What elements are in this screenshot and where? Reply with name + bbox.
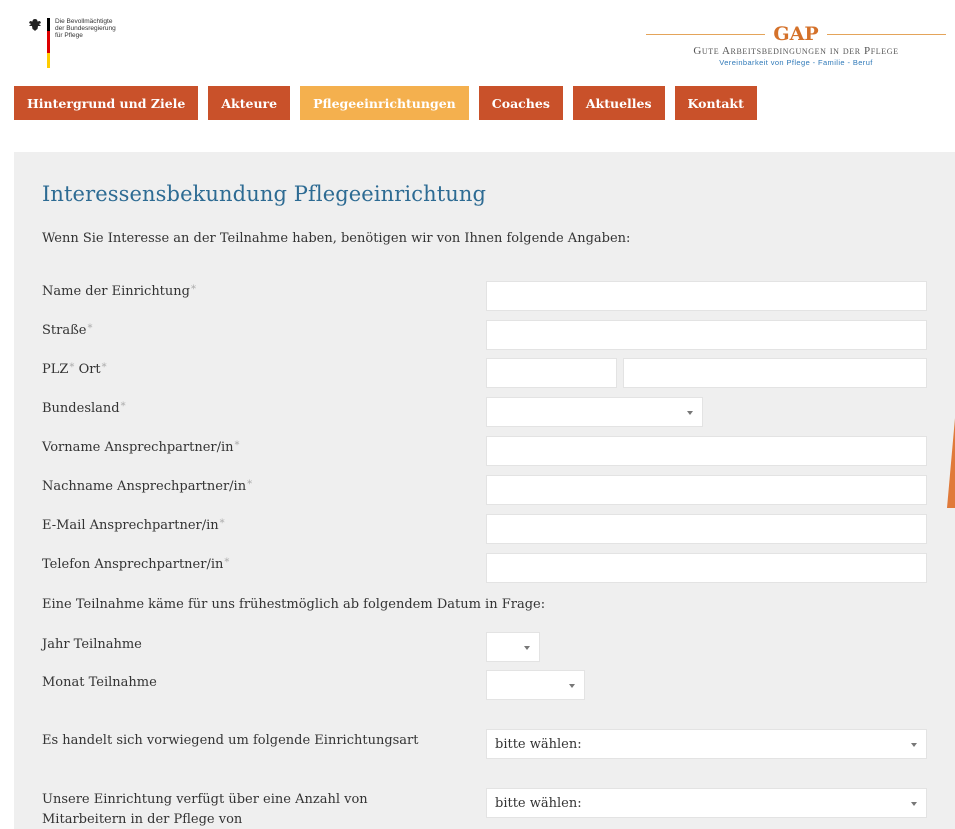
label-firstname: Vorname Ansprechpartner/in* (42, 440, 240, 455)
required-mark: * (101, 362, 107, 373)
chevron-down-icon (524, 646, 530, 650)
staff-count-select[interactable]: bitte wählen: (486, 788, 927, 818)
required-mark: * (224, 557, 230, 568)
label-lastname: Nachname Ansprechpartner/in* (42, 479, 253, 494)
site-header: Die Bevollmächtigte der Bundesregierung … (0, 0, 955, 150)
nav-item-kontakt[interactable]: Kontakt (674, 86, 757, 120)
facility-type-select[interactable]: bitte wählen: (486, 729, 927, 759)
label-staff-count: Unsere Einrichtung verfügt über eine Anz… (42, 790, 368, 829)
year-select[interactable] (486, 632, 540, 662)
staff-count-label-line-2: Mitarbeitern in der Pflege von (42, 812, 243, 827)
label-name: Name der Einrichtung* (42, 284, 196, 299)
required-mark: * (190, 284, 196, 295)
label-phone: Telefon Ansprechpartner/in* (42, 557, 230, 572)
required-mark: * (219, 518, 225, 529)
ministry-line-1: Die Bevollmächtigte (55, 18, 113, 25)
page-title: Interessensbekundung Pflegeeinrichtung (42, 182, 487, 206)
gap-logo-subtitle: Gute Arbeitsbedingungen in der Pflege (693, 45, 899, 57)
chevron-down-icon (911, 802, 917, 806)
chevron-down-icon (687, 411, 693, 415)
ort-input[interactable] (623, 358, 927, 388)
required-mark: * (120, 401, 126, 412)
required-mark: * (69, 362, 75, 373)
federal-eagle-icon (29, 19, 41, 31)
required-mark: * (87, 323, 93, 334)
logo-rule-left (646, 33, 766, 35)
required-mark: * (234, 440, 240, 451)
nav-item-pflegeeinrichtungen[interactable]: Pflegeeinrichtungen (300, 86, 469, 120)
label-email: E-Mail Ansprechpartner/in* (42, 518, 225, 533)
german-flag-bar (47, 18, 50, 68)
ministry-line-2: der Bundesregierung (55, 25, 116, 32)
gap-logo-tagline: Vereinbarkeit von Pflege - Familie - Ber… (719, 58, 873, 67)
label-month: Monat Teilnahme (42, 675, 157, 690)
label-facility-type: Es handelt sich vorwiegend um folgende E… (42, 733, 419, 748)
form-panel: Interessensbekundung Pflegeeinrichtung W… (14, 152, 955, 829)
facility-type-value: bitte wählen: (495, 737, 582, 752)
ministry-name: Die Bevollmächtigte der Bundesregierung … (55, 18, 116, 39)
date-note: Eine Teilnahme käme für uns frühestmögli… (42, 597, 546, 612)
lastname-input[interactable] (486, 475, 927, 505)
name-input[interactable] (486, 281, 927, 311)
nav-item-hintergrund[interactable]: Hintergrund und Ziele (14, 86, 199, 120)
label-street: Straße* (42, 323, 93, 338)
phone-input[interactable] (486, 553, 927, 583)
email-input[interactable] (486, 514, 927, 544)
label-plz-ort: PLZ* Ort* (42, 362, 107, 377)
nav-item-aktuelles[interactable]: Aktuelles (572, 86, 665, 120)
firstname-input[interactable] (486, 436, 927, 466)
ministry-line-3: für Pflege (55, 32, 83, 39)
plz-input[interactable] (486, 358, 617, 388)
chevron-down-icon (569, 684, 575, 688)
side-decoration (947, 418, 955, 508)
staff-count-value: bitte wählen: (495, 796, 582, 811)
intro-text: Wenn Sie Interesse an der Teilnahme habe… (42, 231, 631, 246)
gap-logo[interactable]: GAP Gute Arbeitsbedingungen in der Pfleg… (646, 23, 947, 67)
nav-item-akteure[interactable]: Akteure (208, 86, 291, 120)
main-nav: Hintergrund und Ziele Akteure Pflegeeinr… (14, 86, 767, 120)
logo-rule-right (826, 33, 947, 35)
gap-logo-title: GAP (773, 23, 819, 45)
label-year: Jahr Teilnahme (42, 637, 142, 652)
ministry-logo[interactable]: Die Bevollmächtigte der Bundesregierung … (28, 18, 116, 68)
label-state: Bundesland* (42, 401, 126, 416)
chevron-down-icon (911, 743, 917, 747)
staff-count-label-line-1: Unsere Einrichtung verfügt über eine Anz… (42, 792, 368, 807)
street-input[interactable] (486, 320, 927, 350)
nav-item-coaches[interactable]: Coaches (478, 86, 563, 120)
month-select[interactable] (486, 670, 585, 700)
required-mark: * (247, 479, 253, 490)
state-select[interactable] (486, 397, 703, 427)
